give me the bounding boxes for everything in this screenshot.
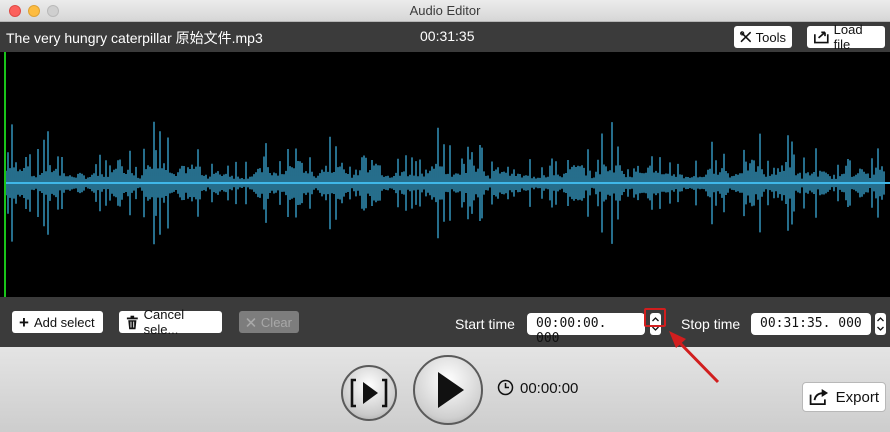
stop-time-stepper[interactable] <box>875 313 886 335</box>
waveform-canvas[interactable] <box>0 52 890 297</box>
elapsed-time: 00:00:00 <box>520 380 579 397</box>
start-time-field[interactable]: 00:00:00. 000 <box>527 313 645 346</box>
load-file-icon <box>814 31 829 44</box>
clock-icon <box>497 379 514 396</box>
cancel-select-button[interactable]: Cancel sele... <box>119 307 222 337</box>
stop-time-field[interactable]: 00:31:35. 000 <box>751 313 871 335</box>
title-bar: Audio Editor <box>0 0 890 22</box>
play-selection-button[interactable] <box>341 365 397 421</box>
file-info-bar: The very hungry caterpillar 原始文件.mp3 00:… <box>0 22 890 52</box>
tools-label: Tools <box>755 29 786 45</box>
clear-icon <box>246 317 256 327</box>
cancel-select-label: Cancel sele... <box>143 307 185 337</box>
stop-time-label: Stop time <box>681 316 741 332</box>
player-bar: 00:00:00 Export <box>0 347 890 432</box>
playhead-line[interactable] <box>4 52 6 297</box>
window-title: Audio Editor <box>409 3 481 18</box>
play-button[interactable] <box>413 355 483 425</box>
export-button[interactable]: Export <box>802 382 886 412</box>
tools-button[interactable]: Tools <box>734 26 792 48</box>
add-select-button[interactable]: + Add select <box>12 311 103 333</box>
load-file-button[interactable]: Load file <box>807 22 885 52</box>
add-select-label: Add select <box>33 314 95 330</box>
load-file-label: Load file <box>833 22 863 52</box>
tools-icon <box>740 31 751 43</box>
selection-bar: + Add select Cancel sele... Clear Start … <box>0 297 890 347</box>
trash-icon <box>126 315 138 329</box>
plus-icon: + <box>19 312 29 332</box>
waveform <box>5 121 890 245</box>
export-icon <box>809 389 829 406</box>
clear-label: Clear <box>260 314 292 330</box>
annotation-highlight-box <box>644 308 666 327</box>
play-selection-icon <box>350 378 388 408</box>
export-label: Export <box>835 388 879 406</box>
clear-button[interactable]: Clear <box>239 311 299 333</box>
file-name: The very hungry caterpillar 原始文件.mp3 <box>6 30 263 46</box>
start-time-label: Start time <box>455 316 515 332</box>
play-icon <box>438 372 464 408</box>
file-duration: 00:31:35 <box>420 28 475 44</box>
